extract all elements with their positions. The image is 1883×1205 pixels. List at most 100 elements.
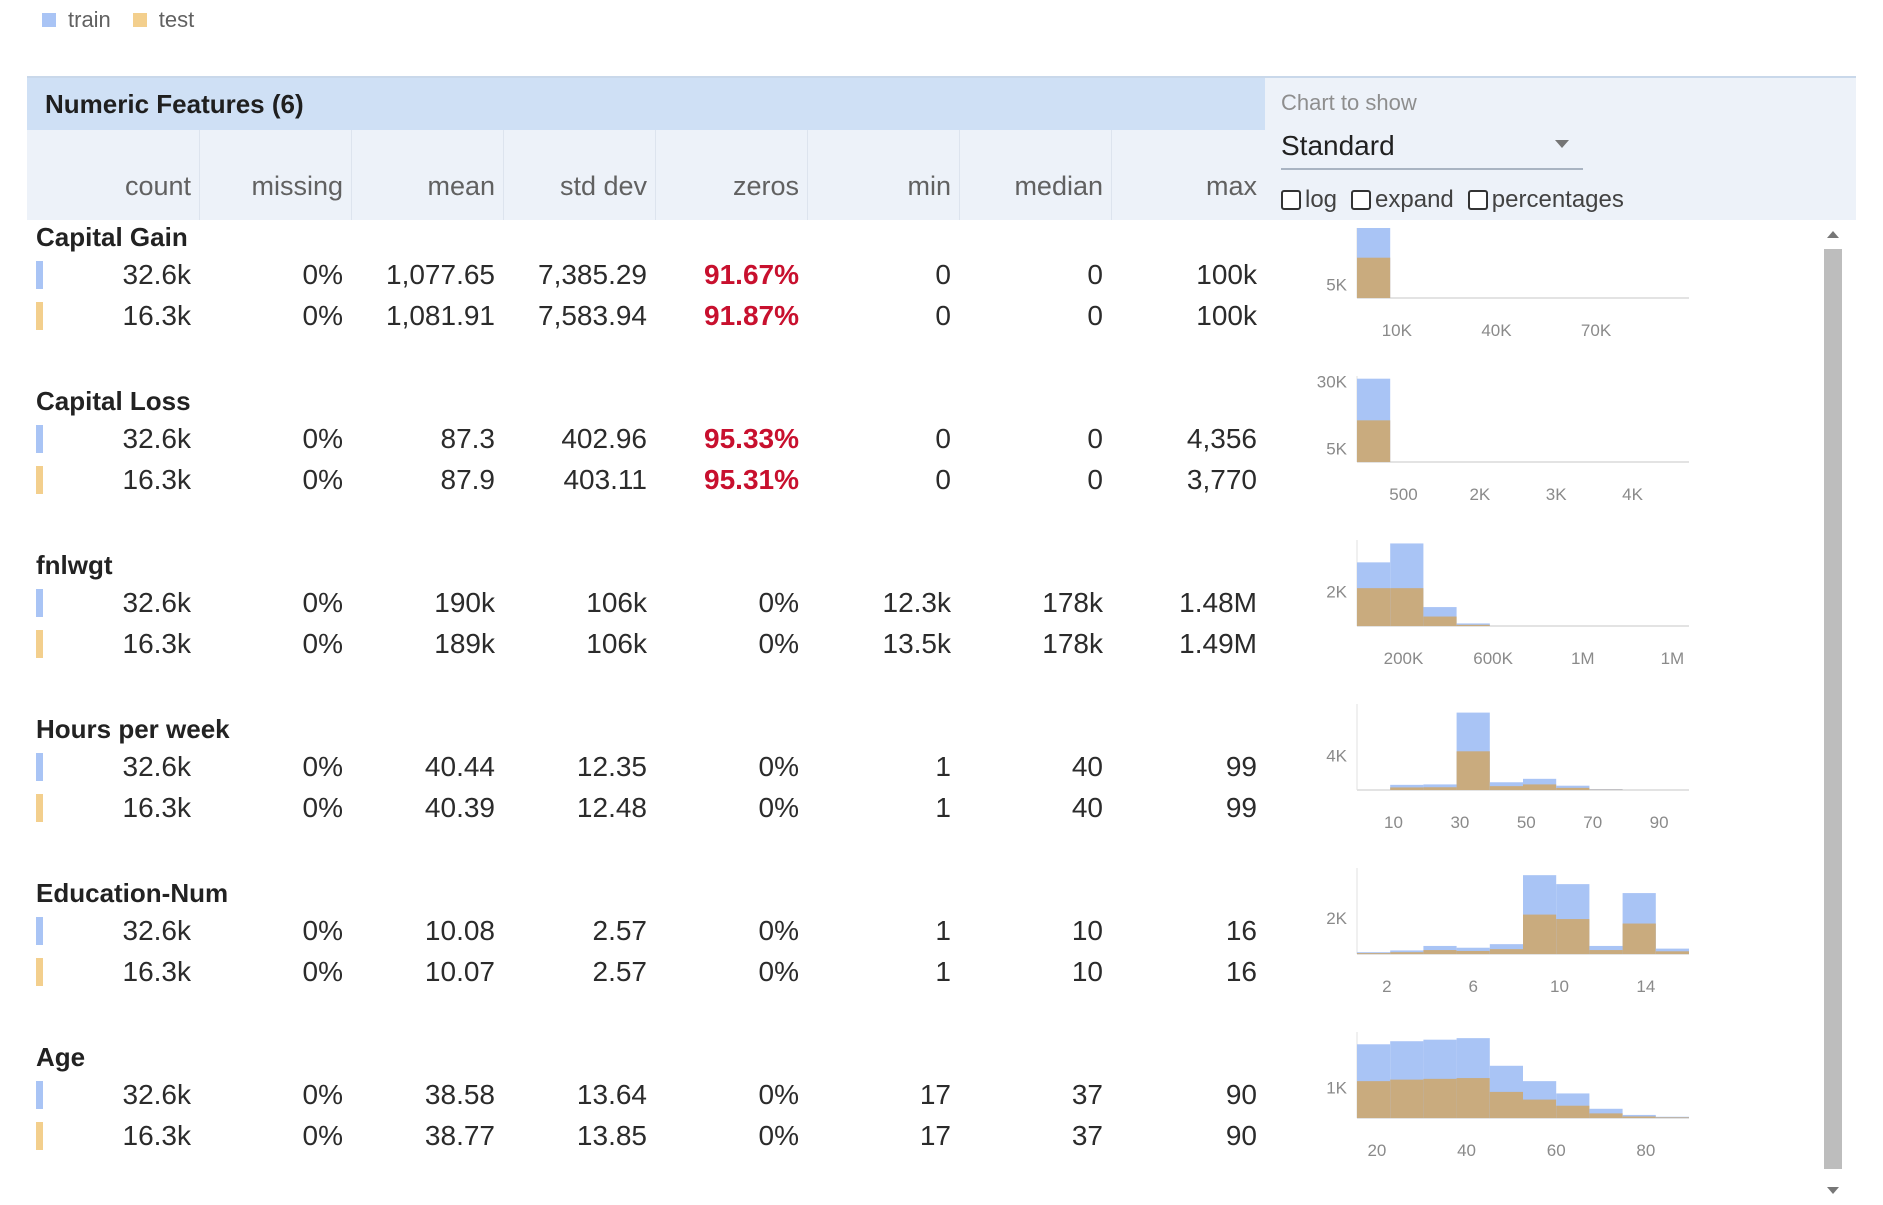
hist-bar-test	[1423, 950, 1456, 954]
cell-min: 12.3k	[807, 586, 959, 620]
cell-max: 1.49M	[1111, 627, 1265, 661]
col-count[interactable]: count	[27, 130, 199, 220]
cell-missing: 0%	[199, 258, 351, 292]
percentages-option[interactable]: percentages	[1468, 186, 1624, 214]
cell-missing: 0%	[199, 750, 351, 784]
stat-row-test: 16.3k0%87.9403.1195.31%003,770	[27, 463, 1265, 497]
cell-count: 32.6k	[27, 1078, 199, 1112]
feature-name: Education-Num	[36, 878, 228, 909]
col-zeros[interactable]: zeros	[655, 130, 807, 220]
cell-mean: 38.58	[351, 1078, 503, 1112]
stat-row-train: 32.6k0%87.3402.9695.33%004,356	[27, 422, 1265, 456]
cell-std-dev: 12.48	[503, 791, 655, 825]
cell-std-dev: 2.57	[503, 914, 655, 948]
log-option[interactable]: log	[1281, 186, 1337, 214]
hist-bar-test	[1556, 1106, 1589, 1118]
hist-x-tick: 10K	[1382, 321, 1413, 340]
cell-std-dev: 7,385.29	[503, 258, 655, 292]
hist-x-tick: 10	[1550, 977, 1569, 996]
expand-option[interactable]: expand	[1351, 186, 1454, 214]
hist-bar-test	[1390, 787, 1423, 790]
hist-x-tick: 40	[1457, 1141, 1476, 1160]
hist-bar-test	[1556, 788, 1589, 790]
cell-mean: 10.07	[351, 955, 503, 989]
stat-row-test: 16.3k0%189k106k0%13.5k178k1.49M	[27, 627, 1265, 661]
cell-median: 10	[959, 955, 1111, 989]
column-header-row: count missing mean std dev zeros min med…	[27, 130, 1265, 220]
cell-min: 0	[807, 299, 959, 333]
col-min[interactable]: min	[807, 130, 959, 220]
cell-zeros: 95.33%	[655, 422, 807, 456]
col-median[interactable]: median	[959, 130, 1111, 220]
chart-type-select[interactable]: Standard	[1281, 126, 1583, 170]
feature-name: fnlwgt	[36, 550, 113, 581]
cell-count: 32.6k	[27, 586, 199, 620]
chart-controls: Chart to show Standard log expand percen…	[1265, 78, 1856, 220]
hist-y-tick: 5K	[1326, 440, 1347, 459]
cell-median: 0	[959, 258, 1111, 292]
hist-bar-test	[1423, 617, 1456, 626]
cell-max: 3,770	[1111, 463, 1265, 497]
hist-bar-test	[1457, 1078, 1490, 1118]
cell-count: 32.6k	[27, 258, 199, 292]
col-max[interactable]: max	[1111, 130, 1265, 220]
cell-mean: 1,077.65	[351, 258, 503, 292]
expand-checkbox[interactable]	[1351, 190, 1371, 210]
cell-count: 16.3k	[27, 627, 199, 661]
hist-bar-test	[1357, 420, 1390, 462]
cell-zeros: 0%	[655, 586, 807, 620]
cell-count: 16.3k	[27, 1119, 199, 1153]
hist-y-tick: 5K	[1326, 276, 1347, 295]
cell-mean: 87.9	[351, 463, 503, 497]
percentages-checkbox[interactable]	[1468, 190, 1488, 210]
feature-name: Hours per week	[36, 714, 230, 745]
col-mean[interactable]: mean	[351, 130, 503, 220]
hist-bar-test	[1656, 951, 1689, 954]
cell-zeros: 0%	[655, 627, 807, 661]
cell-std-dev: 106k	[503, 586, 655, 620]
log-checkbox[interactable]	[1281, 190, 1301, 210]
feature-name: Capital Loss	[36, 386, 191, 417]
cell-mean: 40.44	[351, 750, 503, 784]
hist-x-tick: 60	[1547, 1141, 1566, 1160]
stat-row-train: 32.6k0%10.082.570%11016	[27, 914, 1265, 948]
stat-row-train: 32.6k0%38.5813.640%173790	[27, 1078, 1265, 1112]
stat-row-train: 32.6k0%190k106k0%12.3k178k1.48M	[27, 586, 1265, 620]
cell-mean: 87.3	[351, 422, 503, 456]
cell-std-dev: 7,583.94	[503, 299, 655, 333]
cell-std-dev: 403.11	[503, 463, 655, 497]
scrollbar[interactable]	[1822, 231, 1843, 1201]
scroll-up-icon[interactable]	[1827, 231, 1839, 238]
cell-max: 100k	[1111, 258, 1265, 292]
stat-row-test: 16.3k0%10.072.570%11016	[27, 955, 1265, 989]
hist-x-tick: 600K	[1473, 649, 1513, 668]
scroll-thumb[interactable]	[1824, 249, 1842, 1169]
stat-row-train: 32.6k0%1,077.657,385.2991.67%00100k	[27, 258, 1265, 292]
hist-x-tick: 14	[1636, 977, 1655, 996]
feature-name: Capital Gain	[36, 222, 188, 253]
cell-missing: 0%	[199, 586, 351, 620]
cell-median: 10	[959, 914, 1111, 948]
cell-max: 1.48M	[1111, 586, 1265, 620]
hist-bar-test	[1589, 950, 1622, 954]
chart-to-show-label: Chart to show	[1281, 90, 1417, 116]
cell-median: 0	[959, 463, 1111, 497]
cell-missing: 0%	[199, 955, 351, 989]
col-std-dev[interactable]: std dev	[503, 130, 655, 220]
cell-std-dev: 13.85	[503, 1119, 655, 1153]
stat-row-train: 32.6k0%40.4412.350%14099	[27, 750, 1265, 784]
col-missing[interactable]: missing	[199, 130, 351, 220]
legend-train-swatch	[42, 13, 56, 27]
cell-max: 100k	[1111, 299, 1265, 333]
scroll-down-icon[interactable]	[1827, 1187, 1839, 1194]
expand-label: expand	[1375, 186, 1454, 214]
cell-std-dev: 402.96	[503, 422, 655, 456]
cell-max: 16	[1111, 914, 1265, 948]
cell-median: 40	[959, 791, 1111, 825]
cell-min: 17	[807, 1119, 959, 1153]
hist-bar-test	[1457, 751, 1490, 790]
histogram-column: 30K5K10K40K70K30K5K5002K3K4K2K200K600K1M…	[1265, 228, 1785, 1205]
stat-row-test: 16.3k0%1,081.917,583.9491.87%00100k	[27, 299, 1265, 333]
cell-zeros: 0%	[655, 914, 807, 948]
cell-mean: 189k	[351, 627, 503, 661]
